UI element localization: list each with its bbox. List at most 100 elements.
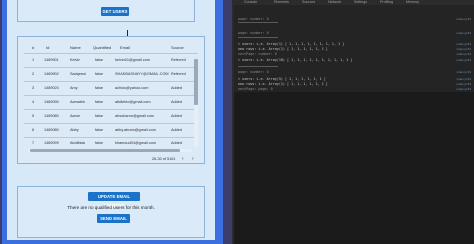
row-divider [24,123,198,124]
cell-email: achios@yahoo.com [115,86,149,90]
console-line: new rows: i.e. Array(1) [ 1, 1, 1, 1, 1,… [238,82,328,86]
console-line: > users: i.e. Array(10) [ 1, 1, 1, 1, 1,… [238,58,353,62]
console-source[interactable]: index.js:63 [457,52,471,56]
column-header[interactable]: Quantified [93,45,111,50]
send-email-button[interactable]: SEND EMAIL [97,214,130,223]
devtools-tabs: Console Elements Sources Network Setting… [234,0,474,5]
tab-profiling[interactable]: Profiling [380,0,393,4]
cell-name: Kelvin [70,58,81,62]
prev-page-icon[interactable]: ‹ [182,156,184,162]
cell-source: Added [171,141,182,145]
cell-email: atk8ebio@gmail.com [115,100,151,104]
row-divider [24,109,198,110]
tab-settings[interactable]: Settings [354,0,367,4]
cell-index: 2 [32,72,35,76]
table-row[interactable]: 6 1489080 Abby false abby.abram@gmail.co… [18,128,204,134]
column-header[interactable]: # [32,45,34,50]
column-header[interactable]: Name [70,45,81,50]
cell-name: Aamatek [70,100,85,104]
table-row[interactable]: 4 1489090 Aamatek false atk8ebio@gmail.c… [18,100,204,106]
cell-id: 1489020 [44,86,59,90]
cell-index: 1 [32,58,35,62]
column-header[interactable]: Email [120,45,130,50]
header-divider [24,53,198,54]
table-row[interactable]: 2 1489902 Sadqeeul false SHAKBASHAYY@GMA… [18,72,204,78]
column-header[interactable]: Source [171,45,184,50]
row-divider [24,137,198,138]
cell-quantified: false [95,141,104,145]
cell-quantified: false [95,128,104,132]
table-row[interactable]: 1 1489901 Kelvin false kelvin01@gmail.co… [18,58,204,64]
cell-quantified: false [95,114,104,118]
row-divider [24,95,198,96]
console-line: > users: i.e. Array(5) [ 1, 1, 1, 1, 1, … [238,77,326,81]
tab-elements[interactable]: Elements [274,0,289,4]
tab-network[interactable]: Network [328,0,341,4]
cell-quantified: false [95,86,104,90]
email-card: UPDATE EMAIL CONTENT There are no qualif… [17,186,205,238]
console-line: > users: i.e. Array(1) [ 1, 1, 1, 1, 1, … [238,42,345,46]
console-source[interactable]: index.js:63 [457,17,471,21]
console-source[interactable]: index.js:63 [457,31,471,35]
cell-name: Abby [70,128,79,132]
cell-email: SHAKBASHAYY@GMAIL.COM [115,72,169,76]
tab-sources[interactable]: Sources [302,0,315,4]
console-separator [238,37,278,38]
console-source[interactable]: index.js:63 [457,47,471,51]
tab-console[interactable]: Console [244,0,257,4]
console-line: page: number: 0 [238,31,269,35]
vertical-scrollbar[interactable] [194,59,198,147]
users-table-card: # Id Name Quantified Email Source 1 1489… [17,36,205,164]
table-header: # Id Name Quantified Email Source [18,45,204,51]
console-source[interactable]: index.js:63 [457,87,471,91]
get-users-card: GET USERS [17,0,195,22]
console-separator [238,66,278,67]
get-users-button[interactable]: GET USERS [101,7,129,16]
cell-id: 1489090 [44,100,59,104]
cell-quantified: false [95,58,104,62]
cell-id: 1489901 [44,58,59,62]
tab-memory[interactable]: Memory [406,0,419,4]
console-line: page: number: 0 [238,70,269,74]
no-users-message: There are no qualified users for this mo… [67,205,155,210]
row-divider [24,81,198,82]
cell-index: 5 [32,114,35,118]
scrollbar-thumb[interactable] [194,59,198,105]
update-email-button[interactable]: UPDATE EMAIL CONTENT [88,192,140,208]
cell-quantified: false [95,72,104,76]
cell-index: 7 [32,141,35,145]
console-line: nextPage: number: 0 [238,52,277,56]
console-separator [238,22,278,23]
cell-quantified: false [95,100,104,104]
table-row[interactable]: 3 1489020 Amy false achios@yahoo.com Add… [18,86,204,92]
cell-source: Added [171,86,182,90]
cell-source: Added [171,100,182,104]
horizontal-scrollbar[interactable] [28,149,192,152]
console-line: page: number: 0 [238,17,269,21]
console-empty-area[interactable] [234,92,474,244]
cell-source: Referred [171,72,186,76]
table-row[interactable]: 7 1489099 Abdilbiak false khamoud04@gmai… [18,141,204,147]
row-divider [24,67,198,68]
cell-name: Abdilbiak [70,141,86,145]
console-source[interactable]: index.js:63 [457,42,471,46]
cell-source: Added [171,114,182,118]
cell-name: Amy [70,86,78,90]
cell-id: 1489099 [44,141,59,145]
next-page-icon[interactable]: › [192,156,194,162]
scrollbar-thumb[interactable] [30,149,180,152]
console-line: new rows: i.e. Array(1) [ 1, 1, 1, 1, 1,… [238,47,328,51]
column-header[interactable]: Id [46,45,49,50]
devtools-console: Console Elements Sources Network Setting… [234,0,474,244]
console-source[interactable]: index.js:63 [457,70,471,74]
cell-index: 3 [32,86,35,90]
table-row[interactable]: 5 1489080 Aaron false ahsobaron@gmail.co… [18,114,204,120]
console-source[interactable]: index.js:63 [457,82,471,86]
cell-name: Aaron [70,114,81,118]
console-source[interactable]: index.js:63 [457,77,471,81]
cell-id: 1489902 [44,72,59,76]
cell-source: Added [171,128,182,132]
console-source[interactable]: index.js:63 [457,58,471,62]
app-content: GET USERS # Id Name Quantified Email Sou… [7,0,215,240]
cell-email: khamoud04@gmail.com [115,141,156,145]
